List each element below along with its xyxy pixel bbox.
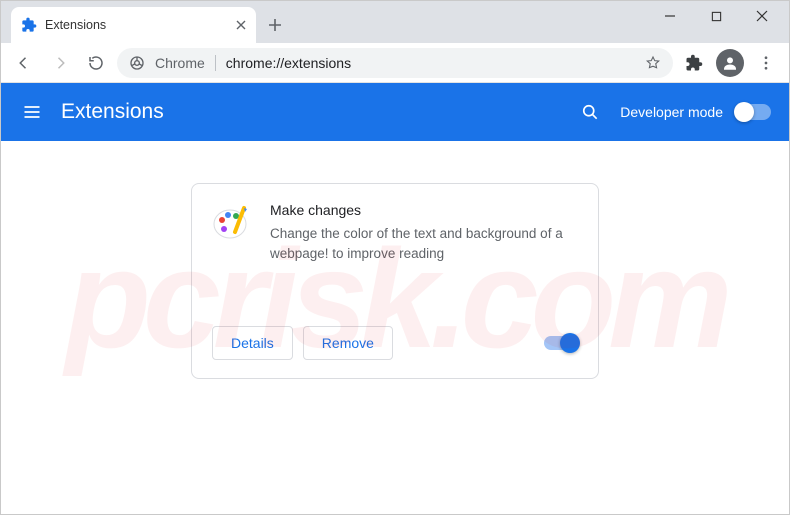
search-icon[interactable] xyxy=(580,102,600,122)
remove-button[interactable]: Remove xyxy=(303,326,393,360)
close-window-button[interactable] xyxy=(739,1,785,31)
url-text: chrome://extensions xyxy=(226,55,635,71)
tab-title: Extensions xyxy=(45,18,228,32)
hamburger-menu-icon[interactable] xyxy=(19,99,45,125)
kebab-menu-icon[interactable] xyxy=(751,48,781,78)
extension-card: Make changes Change the color of the tex… xyxy=(191,183,599,379)
palette-icon xyxy=(212,202,252,242)
details-button[interactable]: Details xyxy=(212,326,293,360)
puzzle-icon xyxy=(21,17,37,33)
chrome-shield-icon xyxy=(129,55,145,71)
close-tab-icon[interactable] xyxy=(236,20,246,30)
extensions-puzzle-icon[interactable] xyxy=(679,48,709,78)
minimize-button[interactable] xyxy=(647,1,693,31)
maximize-button[interactable] xyxy=(693,1,739,31)
new-tab-button[interactable] xyxy=(260,10,290,40)
bookmark-star-icon[interactable] xyxy=(645,55,661,71)
profile-avatar-button[interactable] xyxy=(715,48,745,78)
extension-enable-toggle[interactable] xyxy=(544,336,578,350)
developer-mode-label: Developer mode xyxy=(620,104,723,120)
page-title: Extensions xyxy=(61,100,164,124)
extension-name: Make changes xyxy=(270,202,578,218)
back-button[interactable] xyxy=(9,48,39,78)
reload-button[interactable] xyxy=(81,48,111,78)
developer-mode-toggle[interactable] xyxy=(735,104,771,120)
extensions-header: Extensions Developer mode xyxy=(1,83,789,141)
browser-tab[interactable]: Extensions xyxy=(11,7,256,43)
address-bar[interactable]: Chrome chrome://extensions xyxy=(117,48,673,78)
extension-description: Change the color of the text and backgro… xyxy=(270,224,578,263)
url-scheme-label: Chrome xyxy=(155,55,216,71)
forward-button[interactable] xyxy=(45,48,75,78)
